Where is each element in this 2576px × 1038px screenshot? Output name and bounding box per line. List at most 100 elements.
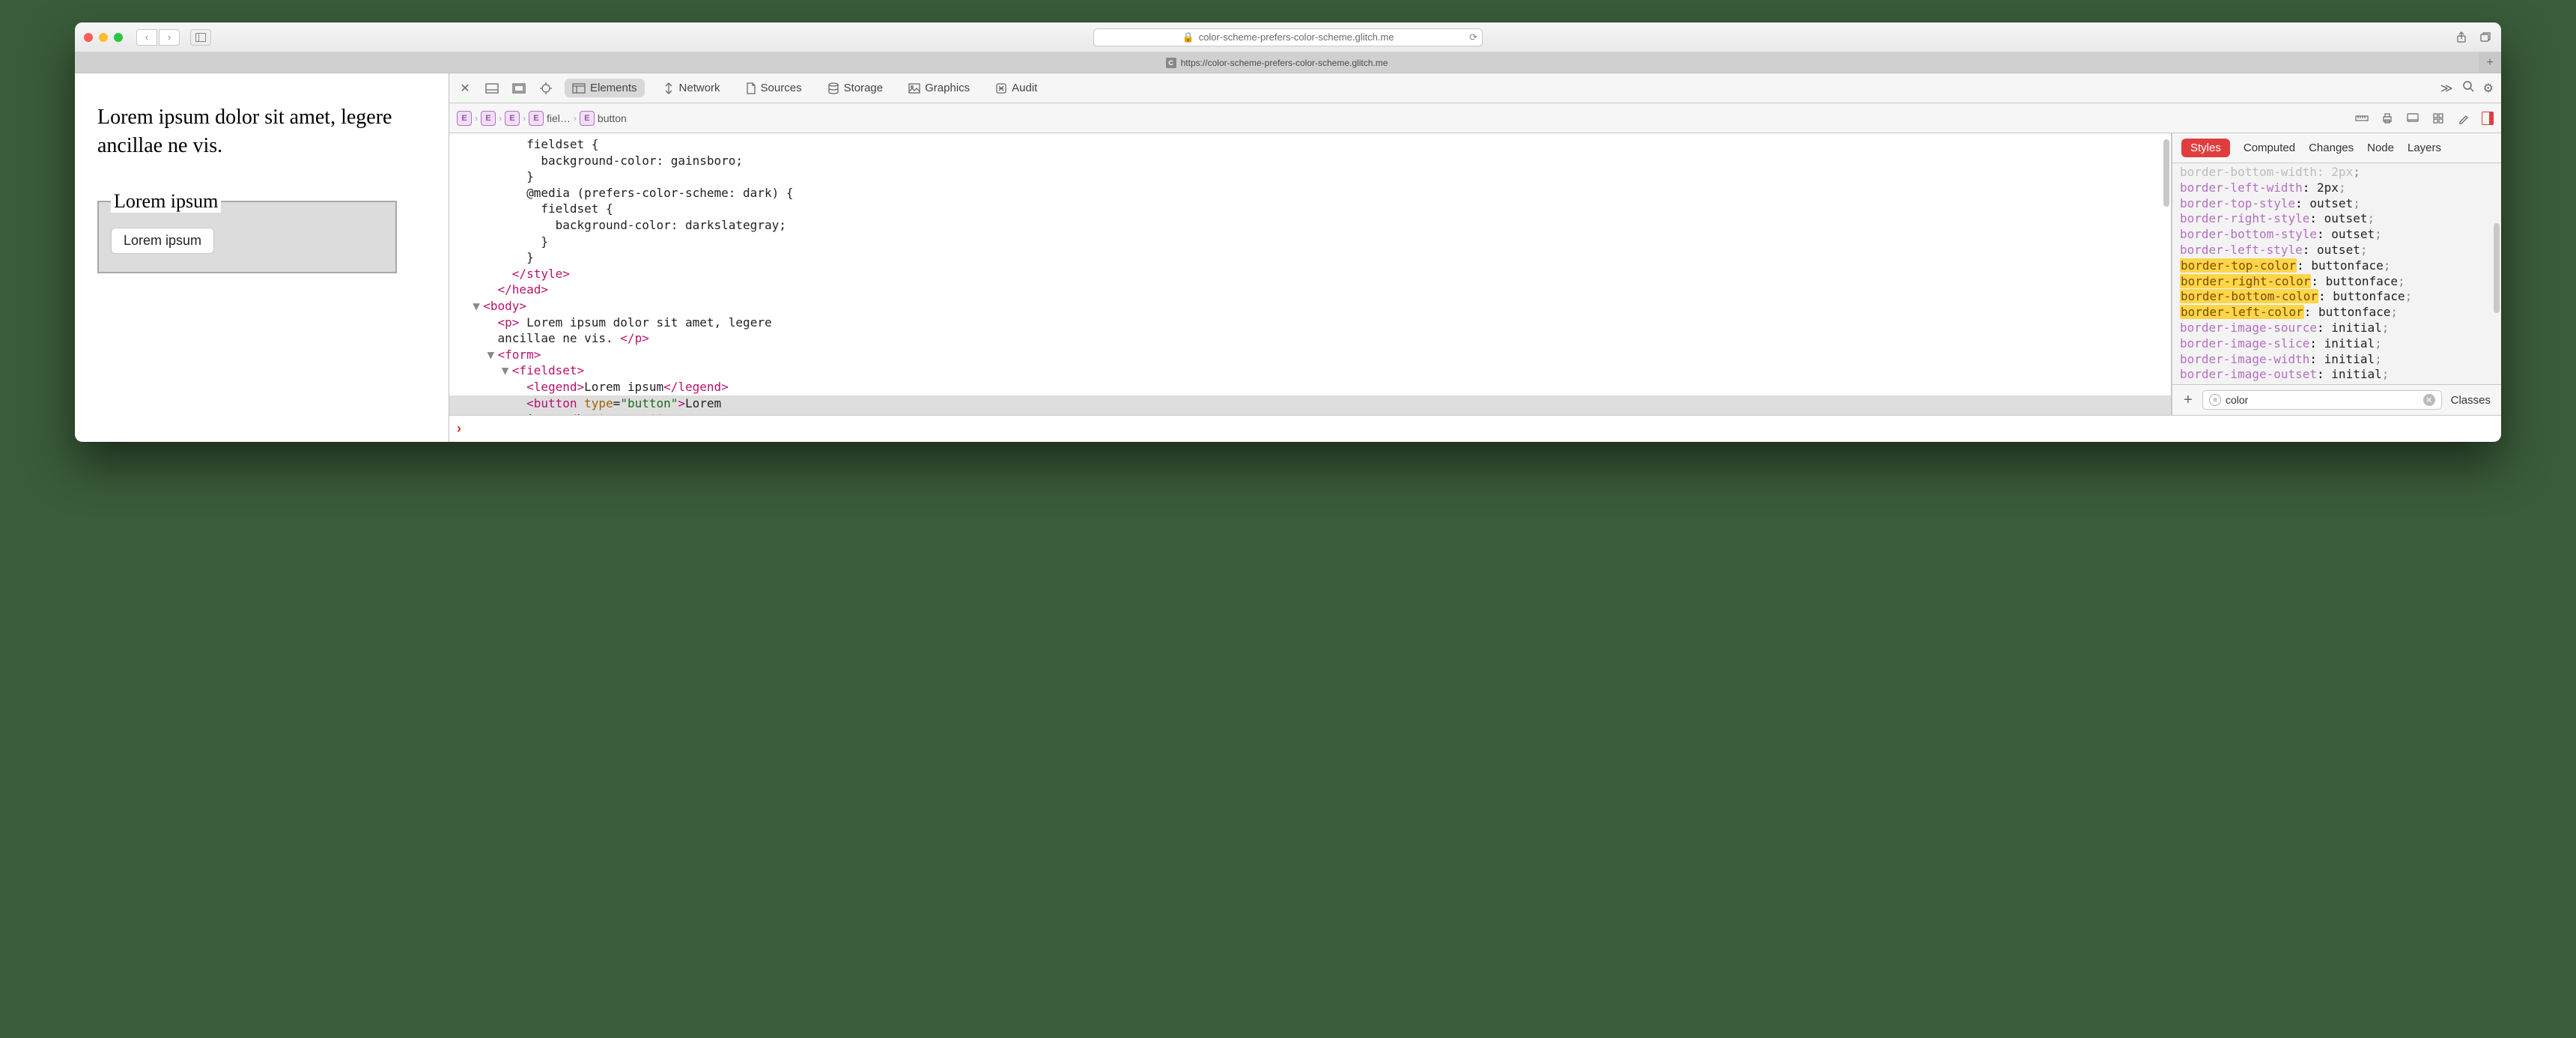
tab-sources[interactable]: Sources <box>738 79 809 97</box>
css-property-row[interactable]: border-bottom-style: outset; <box>2180 227 2494 243</box>
breadcrumb-item[interactable]: E <box>505 111 520 126</box>
dom-line[interactable]: fieldset { <box>449 201 2171 217</box>
sidebar-toggle-button[interactable] <box>190 29 211 46</box>
filter-value: color <box>2226 394 2248 406</box>
close-window-icon[interactable] <box>84 33 93 42</box>
favicon-icon: C <box>1166 58 1176 68</box>
styles-tab-changes[interactable]: Changes <box>2309 142 2354 154</box>
tab-audit[interactable]: Audit <box>988 79 1045 97</box>
styles-filter-input[interactable]: ≡ color ✕ <box>2202 390 2442 410</box>
css-property-row[interactable]: border-image-source: initial; <box>2180 321 2494 336</box>
css-property-row[interactable]: border-right-color: buttonface; <box>2180 274 2494 290</box>
search-icon[interactable] <box>2462 80 2474 96</box>
new-tab-button[interactable]: + <box>2479 52 2501 73</box>
dom-line[interactable]: <legend>Lorem ipsum</legend> <box>449 379 2171 395</box>
styles-tab-computed[interactable]: Computed <box>2244 142 2295 154</box>
console-prompt-icon: › <box>457 421 461 437</box>
dom-line[interactable]: ▼<form> <box>449 347 2171 363</box>
styles-tab-layers[interactable]: Layers <box>2408 142 2441 154</box>
css-property-row[interactable]: border-right-style: outset; <box>2180 211 2494 227</box>
dom-line[interactable]: ipsum</button> = $0 <box>449 411 2171 415</box>
breadcrumb-item[interactable]: E <box>481 111 496 126</box>
tabs-overview-icon[interactable] <box>2479 31 2492 44</box>
breadcrumb-item[interactable]: Efiel… <box>529 111 571 126</box>
browser-window: ‹ › 🔒 color-scheme-prefers-color-scheme.… <box>75 22 2501 442</box>
dom-line[interactable]: <button type="button">Lorem <box>449 395 2171 412</box>
paint-icon[interactable] <box>2456 111 2471 126</box>
breadcrumb-item[interactable]: Ebutton <box>580 111 627 126</box>
styles-tabs: Styles Computed Changes Node Layers <box>2172 133 2501 163</box>
css-property-row[interactable]: border-bottom-color: buttonface; <box>2180 289 2494 305</box>
address-bar[interactable]: 🔒 color-scheme-prefers-color-scheme.glit… <box>1093 28 1483 46</box>
grid-icon[interactable] <box>2431 111 2446 126</box>
dom-line[interactable]: } <box>449 249 2171 266</box>
styles-tab-node[interactable]: Node <box>2367 142 2394 154</box>
tab-audit-label: Audit <box>1012 82 1037 94</box>
css-property-row[interactable]: border-left-style: outset; <box>2180 243 2494 258</box>
zoom-window-icon[interactable] <box>114 33 123 42</box>
styles-panel: Styles Computed Changes Node Layers bord… <box>2172 133 2501 415</box>
styles-tab-styles[interactable]: Styles <box>2181 139 2230 157</box>
dom-line[interactable]: </head> <box>449 282 2171 298</box>
css-property-row[interactable]: border-bottom-width: 2px; <box>2180 165 2494 180</box>
dom-line[interactable]: ancillae ne vis. </p> <box>449 330 2171 347</box>
dom-line[interactable]: <p> Lorem ipsum dolor sit amet, legere <box>449 315 2171 331</box>
css-property-row[interactable]: border-left-width: 2px; <box>2180 180 2494 196</box>
scrollbar[interactable] <box>2494 223 2500 313</box>
tab-elements[interactable]: Elements <box>565 79 645 97</box>
device-icon[interactable] <box>2405 111 2420 126</box>
new-rule-button[interactable]: + <box>2180 392 2196 408</box>
tab-graphics-label: Graphics <box>925 82 970 94</box>
tab-storage[interactable]: Storage <box>820 79 891 97</box>
scrollbar[interactable] <box>2163 139 2169 207</box>
page-viewport: Lorem ipsum dolor sit amet, legere ancil… <box>75 73 449 442</box>
target-icon[interactable] <box>538 80 554 97</box>
rulers-icon[interactable] <box>2354 111 2369 126</box>
reload-icon[interactable]: ⟳ <box>1469 31 1477 43</box>
close-inspector-icon[interactable]: ✕ <box>457 80 473 97</box>
page-button[interactable]: Lorem ipsum <box>111 228 214 254</box>
page-legend: Lorem ipsum <box>111 190 221 213</box>
css-property-row[interactable]: border-image-outset: initial; <box>2180 367 2494 383</box>
dom-tree[interactable]: fieldset { background-color: gainsboro; … <box>449 133 2172 415</box>
forward-button[interactable]: › <box>159 29 180 46</box>
dom-line[interactable]: ▼<body> <box>449 298 2171 315</box>
inspector-subtoolbar: E›E›E›Efiel…›Ebutton <box>449 103 2501 133</box>
dom-line[interactable]: fieldset { <box>449 136 2171 153</box>
css-property-row[interactable]: border-image-repeat: initial; <box>2180 383 2494 385</box>
tab-network[interactable]: Network <box>655 79 728 97</box>
breadcrumb-item[interactable]: E <box>457 111 472 126</box>
dom-line[interactable]: } <box>449 169 2171 185</box>
dock-right-icon[interactable] <box>511 80 527 97</box>
filter-icon: ≡ <box>2209 394 2221 406</box>
dom-line[interactable]: ▼<fieldset> <box>449 362 2171 379</box>
tab-title: https://color-scheme-prefers-color-schem… <box>1181 58 1388 68</box>
element-badge-icon: E <box>505 111 520 126</box>
minimize-window-icon[interactable] <box>99 33 108 42</box>
css-property-row[interactable]: border-image-width: initial; <box>2180 352 2494 368</box>
clear-filter-icon[interactable]: ✕ <box>2423 394 2435 406</box>
css-property-row[interactable]: border-top-color: buttonface; <box>2180 258 2494 274</box>
back-button[interactable]: ‹ <box>136 29 157 46</box>
classes-button[interactable]: Classes <box>2448 394 2494 407</box>
gear-icon[interactable]: ⚙ <box>2483 81 2494 96</box>
css-property-row[interactable]: border-left-color: buttonface; <box>2180 305 2494 321</box>
dom-line[interactable]: } <box>449 234 2171 250</box>
share-icon[interactable] <box>2455 31 2468 44</box>
css-properties-list[interactable]: border-bottom-width: 2px; border-left-wi… <box>2172 163 2501 385</box>
dom-line[interactable]: @media (prefers-color-scheme: dark) { <box>449 185 2171 201</box>
console-drawer[interactable]: › <box>449 415 2501 442</box>
dock-bottom-icon[interactable] <box>484 80 500 97</box>
print-icon[interactable] <box>2380 111 2395 126</box>
css-property-row[interactable]: border-top-style: outset; <box>2180 196 2494 212</box>
overflow-icon[interactable]: ≫ <box>2440 81 2453 96</box>
page-fieldset: Lorem ipsum Lorem ipsum <box>97 190 397 273</box>
tab-bar: C https://color-scheme-prefers-color-sch… <box>75 52 2501 73</box>
tab-graphics[interactable]: Graphics <box>901 79 977 97</box>
dom-line[interactable]: </style> <box>449 266 2171 282</box>
browser-tab[interactable]: C https://color-scheme-prefers-color-sch… <box>75 52 2479 73</box>
dom-line[interactable]: background-color: darkslategray; <box>449 217 2171 234</box>
css-property-row[interactable]: border-image-slice: initial; <box>2180 336 2494 352</box>
toggle-styles-sidebar-icon[interactable] <box>2482 112 2494 125</box>
dom-line[interactable]: background-color: gainsboro; <box>449 153 2171 169</box>
